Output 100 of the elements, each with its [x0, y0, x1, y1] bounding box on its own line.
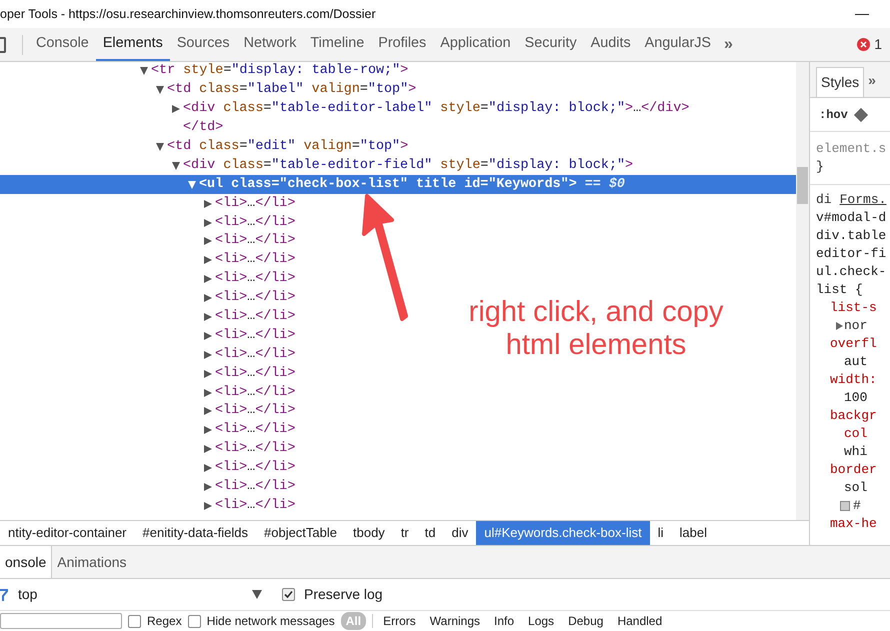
panel-tab[interactable]: Console [29, 28, 96, 61]
breadcrumb-item[interactable]: li [650, 521, 672, 545]
panel-tab[interactable]: AngularJS [638, 28, 718, 61]
collapse-triangle-icon[interactable] [204, 502, 212, 510]
html-markup[interactable]: <li>…</li> [215, 250, 296, 270]
panel-tab[interactable]: Sources [170, 28, 237, 61]
expand-triangle-icon[interactable] [156, 86, 164, 94]
html-markup[interactable]: <tr style="display: table-row;"> [151, 62, 408, 82]
source-link[interactable]: Forms. [840, 191, 886, 209]
drawer-tab[interactable]: Animations [52, 546, 132, 578]
html-markup[interactable]: <li>…</li> [215, 401, 296, 422]
breadcrumb-item[interactable]: ntity-editor-container [0, 521, 134, 545]
css-property: overfl [829, 335, 878, 353]
html-markup[interactable]: <li>…</li> [215, 476, 296, 498]
html-markup[interactable]: <li>…</li> [215, 212, 296, 233]
collapse-triangle-icon[interactable] [204, 370, 212, 378]
collapse-triangle-icon[interactable] [204, 350, 212, 359]
css-value: sol [843, 479, 868, 497]
expand-triangle-icon[interactable] [140, 67, 148, 76]
more-tabs-icon[interactable]: » [724, 32, 733, 56]
breadcrumb-item[interactable]: div [444, 521, 476, 545]
collapse-triangle-icon[interactable] [204, 483, 212, 492]
html-markup[interactable]: </td> [183, 118, 224, 138]
breadcrumb-item[interactable]: td [416, 521, 444, 545]
checkbox-label: Regex [147, 613, 182, 630]
more-tabs-icon[interactable]: » [868, 70, 876, 91]
css-property: list-s [829, 299, 878, 317]
css-property: border [829, 461, 878, 479]
level-filter-button[interactable]: Handled [613, 612, 666, 630]
html-markup[interactable]: <li>…</li> [215, 288, 296, 308]
preserve-log-checkbox[interactable] [282, 588, 295, 601]
scrollbar[interactable] [796, 62, 809, 520]
collapse-triangle-icon[interactable] [204, 332, 212, 340]
breadcrumb-item[interactable]: label [672, 521, 715, 545]
html-markup[interactable]: <li>…</li> [215, 496, 296, 516]
html-markup[interactable]: <li>…</li> [215, 194, 296, 214]
collapse-triangle-icon[interactable] [172, 105, 180, 114]
html-markup[interactable]: <li>…</li> [215, 364, 296, 384]
css-property: width: [829, 371, 878, 389]
level-filter-button[interactable]: Logs [524, 612, 558, 630]
annotation-text: right click, and copy html elements [468, 296, 724, 362]
html-markup[interactable]: <li>…</li> [215, 269, 296, 290]
checkbox-label: Hide network messages [206, 613, 335, 630]
panel-tab[interactable]: Timeline [303, 28, 372, 61]
panel-tab[interactable]: Elements [96, 28, 170, 61]
collapse-triangle-icon[interactable] [204, 388, 212, 397]
collapse-triangle-icon[interactable] [204, 200, 212, 208]
collapse-triangle-icon[interactable] [204, 445, 212, 454]
collapse-triangle-icon[interactable] [204, 237, 212, 246]
level-filter-button[interactable]: Debug [564, 612, 608, 630]
panel-tab[interactable]: Security [518, 28, 584, 61]
html-markup[interactable]: <ul class="check-box-list" title id="Keywords"> == $0 [199, 174, 625, 195]
html-markup[interactable]: <li>…</li> [215, 231, 296, 252]
dropdown-caret-icon[interactable] [252, 590, 262, 599]
level-filter-button[interactable]: Errors [379, 612, 420, 630]
context-selector[interactable]: top [18, 584, 252, 605]
html-markup[interactable]: <li>…</li> [215, 458, 296, 478]
breadcrumb-item[interactable]: #objectTable [256, 521, 345, 545]
collapse-triangle-icon[interactable] [204, 218, 212, 227]
html-markup[interactable]: <td class="label" valign="top"> [167, 80, 416, 100]
level-filter-button[interactable]: Warnings [426, 612, 484, 630]
collapse-triangle-icon[interactable] [204, 464, 212, 472]
html-markup[interactable]: <li>…</li> [215, 382, 296, 403]
breadcrumb-item[interactable]: #enitity-data-fields [134, 521, 256, 545]
drawer-tab[interactable]: onsole [0, 546, 52, 578]
regex-checkbox[interactable] [128, 614, 141, 628]
breadcrumb-item[interactable]: tbody [345, 521, 393, 545]
window-title: oper Tools - https://osu.researchinview.thomsonreuters.com/Dossier [0, 6, 376, 23]
color-swatch[interactable] [840, 501, 850, 511]
html-markup[interactable]: <li>…</li> [215, 326, 296, 346]
collapse-triangle-icon[interactable] [204, 313, 212, 322]
collapse-triangle-icon[interactable] [204, 426, 212, 434]
hover-state-toggle[interactable]: :hov [819, 106, 848, 124]
html-markup[interactable]: <li>…</li> [215, 344, 296, 365]
expand-triangle-icon[interactable] [156, 143, 164, 151]
scrollbar-thumb[interactable] [797, 167, 808, 204]
html-markup[interactable]: <li>…</li> [215, 306, 296, 328]
html-markup[interactable]: <li>…</li> [215, 439, 296, 460]
hide-network-checkbox[interactable] [188, 614, 201, 628]
styles-tab[interactable]: Styles [816, 67, 864, 97]
device-toolbar-icon[interactable] [0, 36, 6, 52]
html-markup[interactable]: <div class="table-editor-field" style="display: block;"> [183, 156, 634, 176]
panel-tab[interactable]: Application [433, 28, 518, 61]
breadcrumb-item[interactable]: tr [392, 521, 417, 545]
collapse-triangle-icon[interactable] [204, 256, 212, 264]
html-markup[interactable]: <li>…</li> [215, 420, 296, 440]
collapse-triangle-icon[interactable] [204, 275, 212, 284]
panel-tab[interactable]: Network [236, 28, 304, 61]
error-count[interactable]: 1 [874, 34, 882, 55]
html-markup[interactable]: <td class="edit" valign="top"> [167, 136, 408, 158]
panel-tab[interactable]: Profiles [371, 28, 434, 61]
expand-triangle-icon[interactable] [836, 322, 843, 330]
filter-input[interactable] [0, 613, 122, 629]
breadcrumb-item[interactable]: ul#Keywords.check-box-list [476, 521, 650, 545]
selected-row-highlight[interactable]: <ul class="check-box-list" title id="Keywords"> == $0 [0, 175, 796, 194]
collapse-triangle-icon[interactable] [204, 294, 212, 302]
level-filter-button[interactable]: Info [490, 612, 518, 630]
collapse-triangle-icon[interactable] [204, 407, 212, 416]
html-markup[interactable]: <div class="table-editor-label" style="display: block;">…</div> [183, 99, 690, 120]
panel-tab[interactable]: Audits [584, 28, 638, 61]
